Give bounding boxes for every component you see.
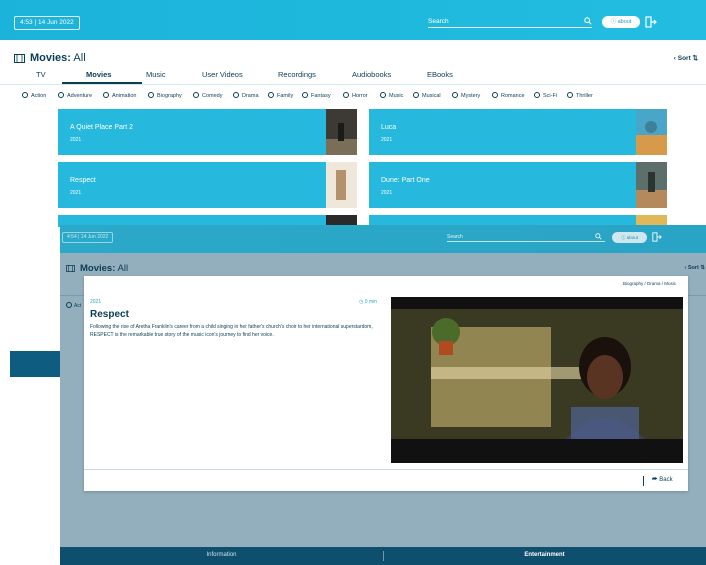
search-icon[interactable] [584, 17, 592, 25]
movie-poster [326, 162, 357, 208]
genre-horror[interactable]: Horror [343, 92, 368, 99]
tab-information[interactable]: Information [60, 552, 383, 558]
page-title: Movies: All [30, 52, 86, 64]
movie-title: Luca [381, 124, 397, 131]
movie-year: 2021 [381, 190, 393, 196]
genre-animation[interactable]: Animation [103, 92, 136, 99]
genre-biography[interactable]: Biography [148, 92, 182, 99]
genre-musical[interactable]: Musical [413, 92, 441, 99]
about-label: about [617, 19, 632, 25]
back-arrow-icon: ⮫ [652, 477, 658, 483]
tab-music[interactable]: Music [146, 70, 166, 79]
sort-button[interactable]: ‹ Sort ⇅ [684, 265, 705, 271]
movie-card[interactable]: Respect 2021 [58, 162, 357, 208]
about-button[interactable]: ⓘ about [612, 232, 647, 243]
logout-icon[interactable] [652, 232, 662, 242]
page-title-prefix: Movies: [80, 263, 116, 274]
movie-poster [636, 162, 667, 208]
movie-title: Respect [70, 177, 96, 184]
movie-detail-dialog: Biography / Drama / Music 2021 ◷ 0 min R… [84, 276, 688, 491]
about-label: about [626, 235, 639, 240]
tabs-divider [0, 84, 706, 85]
bottom-nav: Information Entertainment [60, 547, 706, 565]
search-input[interactable]: Search [428, 18, 592, 28]
clock-icon: ◷ [359, 299, 364, 305]
movie-title: A Quiet Place Part 2 [70, 124, 134, 131]
datetime-display: 4:53 | 14 Jun 2022 [14, 16, 80, 30]
sort-label: Sort [677, 55, 691, 62]
movie-year: 2021 [70, 190, 82, 196]
genre-mystery[interactable]: Mystery [452, 92, 480, 99]
film-icon [66, 265, 75, 272]
search-icon[interactable] [595, 233, 602, 240]
movie-card[interactable]: Dune: Part One 2021 [369, 162, 667, 208]
movie-year: 2021 [90, 299, 102, 305]
page-title: Movies: All [80, 263, 128, 274]
genre-romance[interactable]: Romance [492, 92, 525, 99]
page-title-filter: All [73, 52, 86, 64]
tab-entertainment[interactable]: Entertainment [383, 552, 706, 558]
genre-drama[interactable]: Drama [233, 92, 259, 99]
logout-icon[interactable] [645, 16, 657, 28]
genre-thriller[interactable]: Thriller [567, 92, 593, 99]
genre-music[interactable]: Music [380, 92, 403, 99]
page-title-filter: All [117, 263, 129, 274]
movie-poster [326, 109, 357, 155]
tab-user-videos[interactable]: User Videos [202, 70, 243, 79]
dialog-footer-divider [84, 469, 688, 470]
genre-action[interactable]: Action [22, 92, 46, 99]
datetime-display: 4:54 | 14 Jun 2022 [62, 232, 114, 243]
top-bar: 4:53 | 14 Jun 2022 Search ⓘ about [0, 0, 706, 40]
tab-ebooks[interactable]: EBooks [427, 70, 453, 79]
movie-year: 2021 [381, 137, 393, 143]
genre-sci-fi[interactable]: Sci-Fi [534, 92, 557, 99]
movie-card[interactable]: A Quiet Place Part 2 2021 [58, 109, 357, 155]
genre-comedy[interactable]: Comedy [193, 92, 222, 99]
footer-separator [643, 476, 644, 486]
film-icon [14, 54, 25, 63]
back-label: Back [659, 477, 673, 483]
side-panel-edge [10, 351, 60, 377]
foreground-window: 4:54 | 14 Jun 2022 Search ⓘ about Movies… [60, 225, 706, 565]
movie-poster [636, 109, 667, 155]
back-button[interactable]: ⮫ Back [652, 477, 673, 484]
sort-button[interactable]: ‹ Sort ⇅ [674, 54, 698, 62]
movie-trailer-video[interactable] [391, 297, 683, 463]
tab-tv[interactable]: TV [36, 70, 46, 79]
tab-movies[interactable]: Movies [86, 70, 111, 79]
movie-title: Dune: Part One [381, 177, 430, 184]
top-bar: 4:54 | 14 Jun 2022 Search ⓘ about [60, 225, 706, 253]
tab-recordings[interactable]: Recordings [278, 70, 316, 79]
genre-adventure[interactable]: Adventure [58, 92, 92, 99]
sort-label: Sort [687, 265, 699, 271]
movie-card[interactable]: Luca 2021 [369, 109, 667, 155]
movie-title: Respect [90, 309, 129, 320]
movie-duration: ◷ 0 min [359, 299, 377, 305]
about-button[interactable]: ⓘ about [602, 16, 640, 28]
duration-value: 0 min [364, 299, 377, 305]
genre-fantasy[interactable]: Fantasy [302, 92, 331, 99]
movie-description: Following the rise of Aretha Franklin's … [90, 324, 373, 338]
tab-audiobooks[interactable]: Audiobooks [352, 70, 391, 79]
genre-family[interactable]: Family [268, 92, 293, 99]
movie-year: 2021 [70, 137, 82, 143]
page-title-prefix: Movies: [30, 52, 71, 64]
search-input[interactable]: Search [447, 234, 605, 242]
movie-genres: Biography / Drama / Music [622, 281, 676, 286]
genre-filters: Action Adventure Animation Biography Com… [0, 92, 706, 102]
genre-action[interactable]: Act [66, 302, 81, 309]
